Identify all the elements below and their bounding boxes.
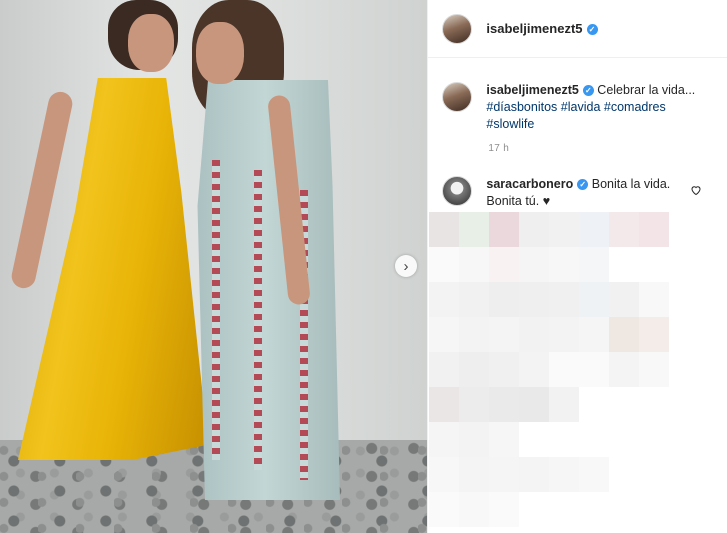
- commenter-username[interactable]: saracarbonero: [486, 177, 573, 191]
- post-photo[interactable]: ›: [0, 0, 428, 533]
- author-avatar[interactable]: [442, 13, 473, 44]
- commenter-avatar[interactable]: [442, 176, 473, 206]
- verified-badge-icon: ✓: [582, 85, 594, 96]
- verified-badge-icon: ✓: [577, 179, 589, 190]
- hashtag-link[interactable]: #comadres: [604, 100, 666, 114]
- caption: isabeljimenezt5 ✓ Celebrar la vida... #dí…: [442, 82, 696, 133]
- dress-embroidery: [254, 170, 262, 470]
- comment-text: saracarbonero ✓ Bonita la vida. Bonita tú…: [486, 176, 681, 210]
- photo-face-right-woman: [196, 22, 244, 84]
- chevron-right-icon[interactable]: ›: [395, 255, 417, 277]
- caption-username[interactable]: isabeljimenezt5: [486, 83, 578, 97]
- hashtag-link[interactable]: #lavida: [561, 100, 601, 114]
- photo-blue-dress: [197, 80, 340, 500]
- hashtag-link[interactable]: #díasbonitos: [486, 100, 557, 114]
- post-header: isabeljimenezt5 ✓: [428, 0, 727, 58]
- comment-item: saracarbonero ✓ Bonita la vida. Bonita tú…: [442, 176, 681, 210]
- caption-body: Celebrar la vida...: [597, 83, 696, 97]
- pixelated-comments-area: [429, 212, 727, 533]
- dress-embroidery: [212, 160, 220, 460]
- instagram-post: › isabeljimenezt5 ✓ isabeljimenezt5 ✓ Cele…: [0, 0, 727, 533]
- post-timestamp[interactable]: 17 h: [488, 143, 509, 154]
- caption-text: isabeljimenezt5 ✓ Celebrar la vida... #dí…: [486, 82, 696, 133]
- hashtag-link[interactable]: #slowlife: [486, 117, 534, 131]
- author-username[interactable]: isabeljimenezt5 ✓: [486, 21, 598, 36]
- heart-icon[interactable]: [690, 183, 702, 201]
- caption-avatar[interactable]: [442, 82, 473, 112]
- verified-badge-icon: ✓: [586, 24, 598, 35]
- photo-face-left-woman: [128, 14, 174, 72]
